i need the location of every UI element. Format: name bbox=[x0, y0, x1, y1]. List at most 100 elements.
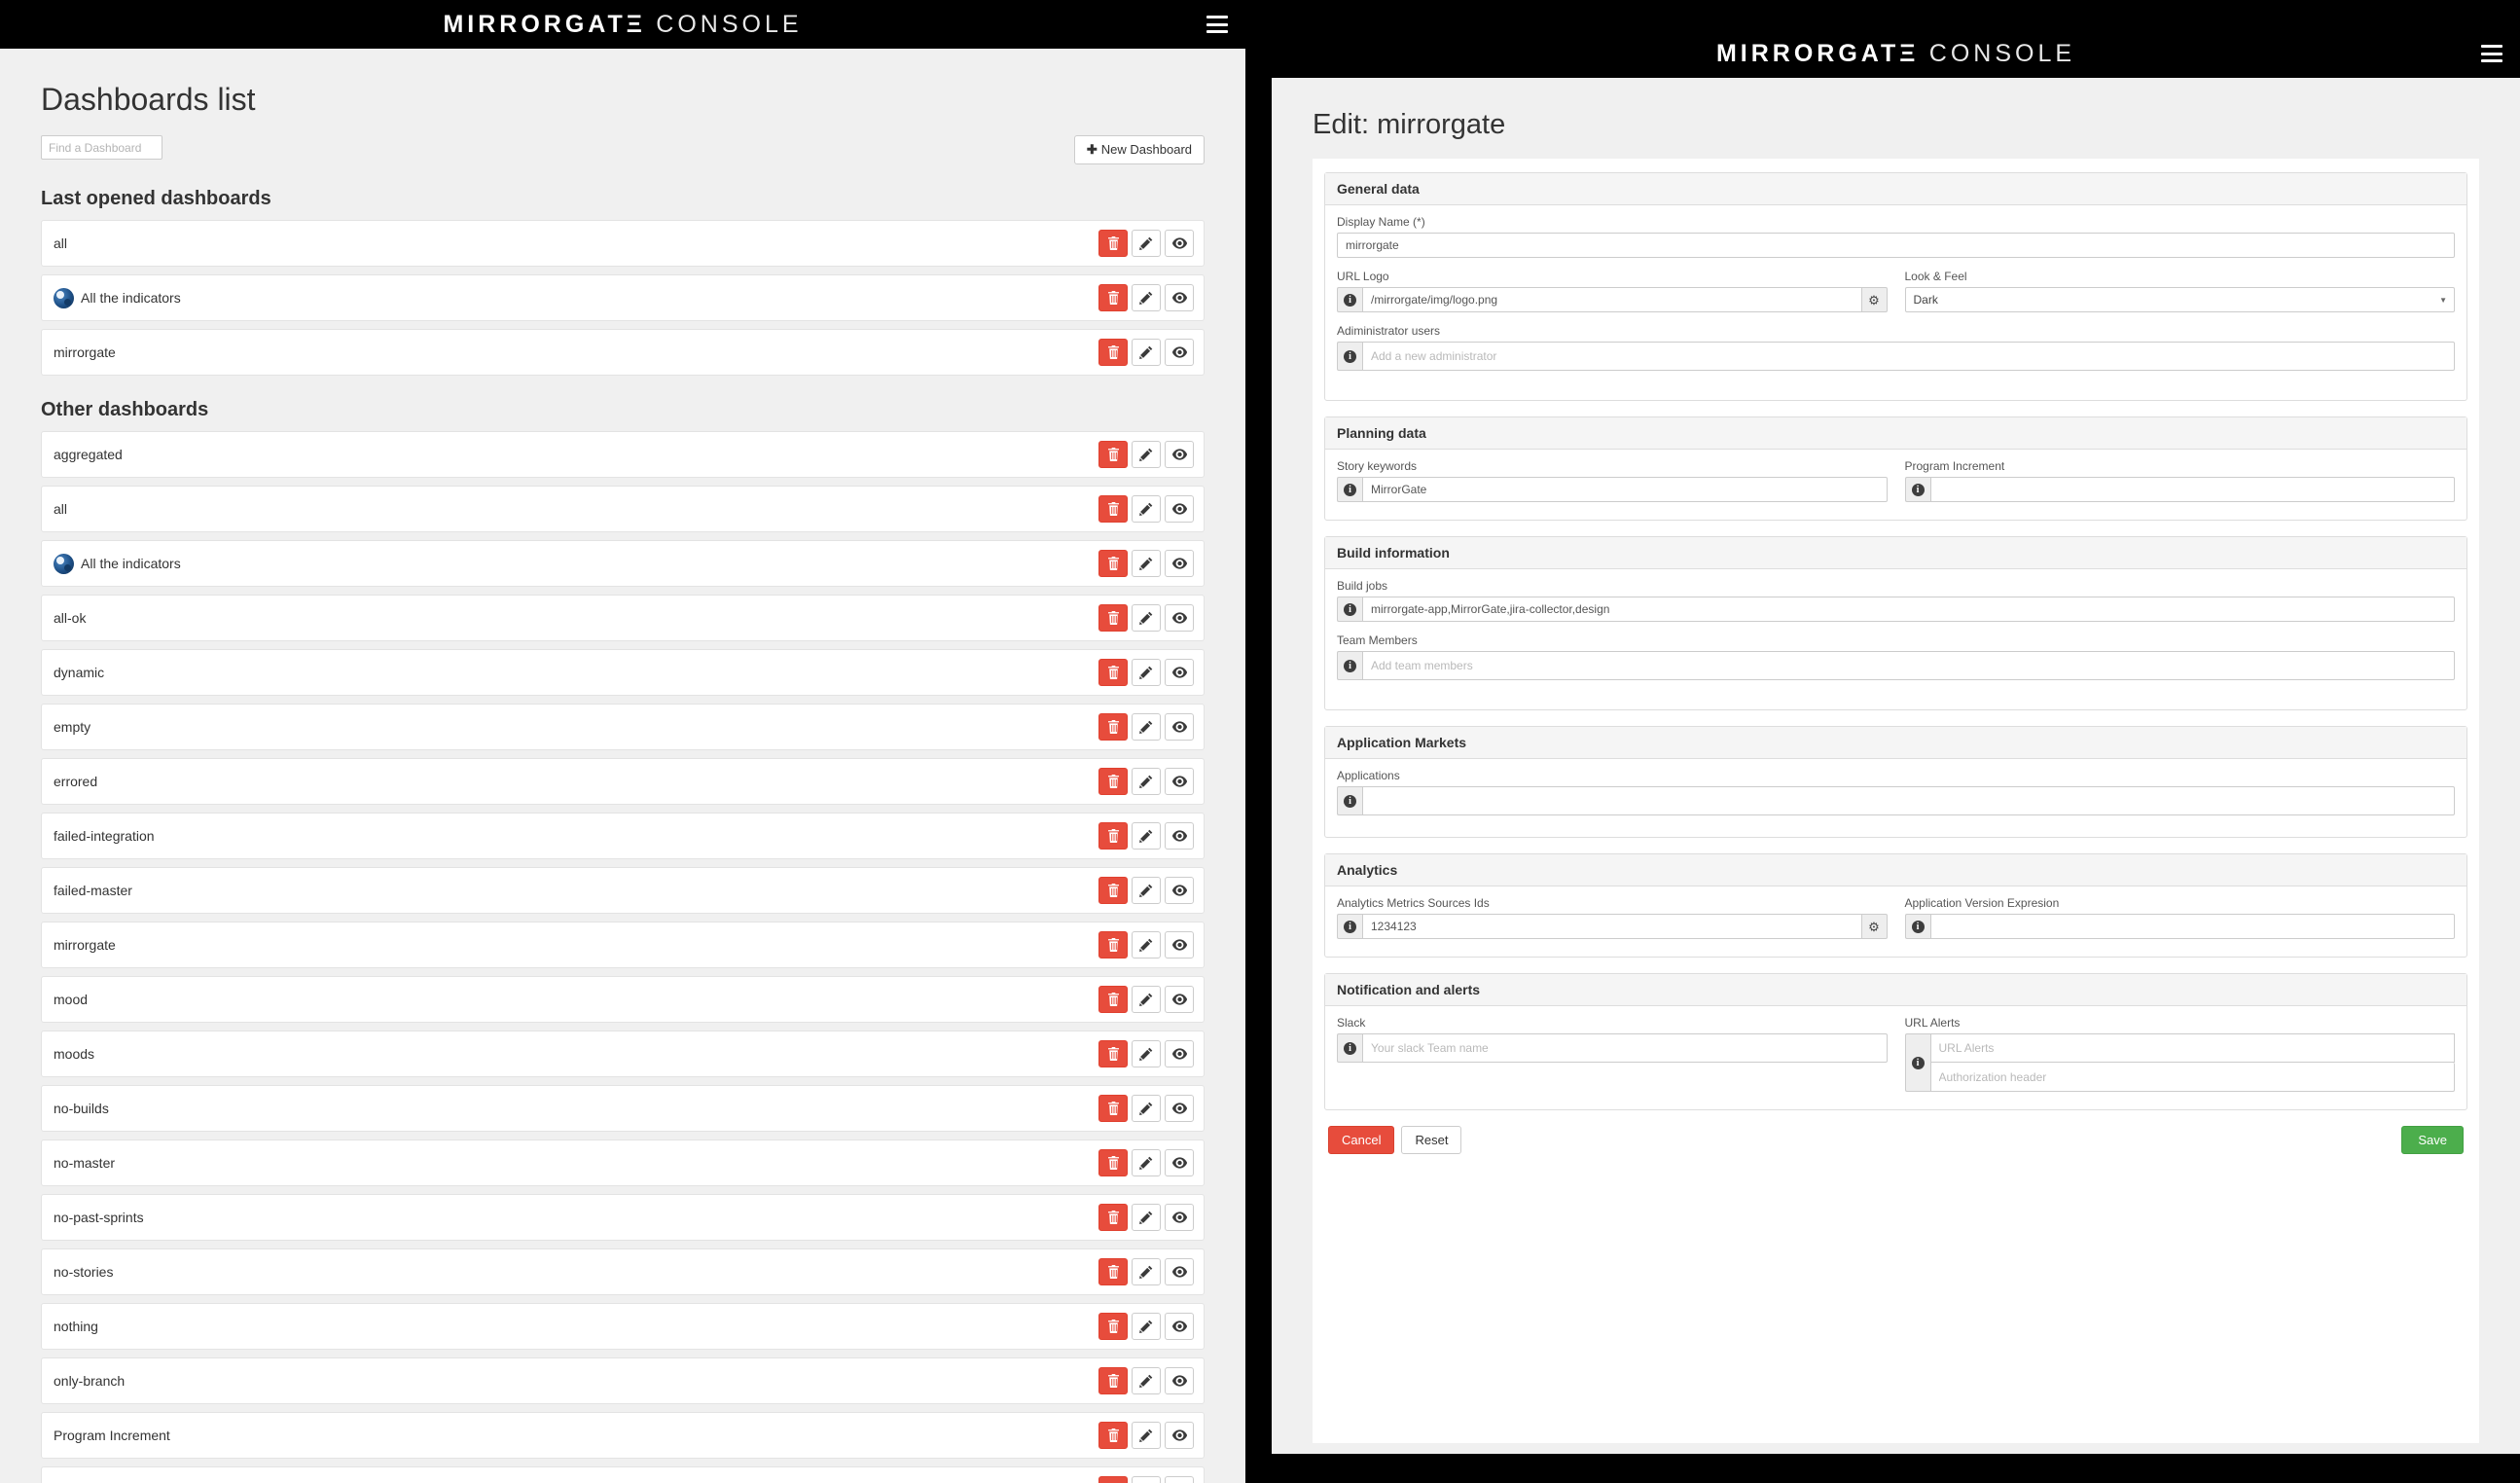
dashboard-row[interactable]: all-ok bbox=[41, 595, 1205, 641]
view-dashboard-button[interactable] bbox=[1165, 877, 1194, 904]
edit-dashboard-button[interactable] bbox=[1132, 877, 1161, 904]
delete-dashboard-button[interactable] bbox=[1098, 822, 1128, 850]
delete-dashboard-button[interactable] bbox=[1098, 768, 1128, 795]
edit-dashboard-button[interactable] bbox=[1132, 441, 1161, 468]
edit-dashboard-button[interactable] bbox=[1132, 1095, 1161, 1122]
dashboard-row[interactable]: empty bbox=[41, 704, 1205, 750]
edit-dashboard-button[interactable] bbox=[1132, 1040, 1161, 1067]
view-dashboard-button[interactable] bbox=[1165, 713, 1194, 741]
delete-dashboard-button[interactable] bbox=[1098, 230, 1128, 257]
edit-dashboard-button[interactable] bbox=[1132, 1149, 1161, 1176]
program-increment-input[interactable] bbox=[1929, 477, 2455, 502]
delete-dashboard-button[interactable] bbox=[1098, 713, 1128, 741]
reset-button[interactable]: Reset bbox=[1401, 1126, 1462, 1154]
view-dashboard-button[interactable] bbox=[1165, 604, 1194, 632]
edit-dashboard-button[interactable] bbox=[1132, 1204, 1161, 1231]
search-input[interactable] bbox=[41, 135, 162, 160]
dashboard-row[interactable]: failed-master bbox=[41, 867, 1205, 914]
hamburger-icon[interactable] bbox=[2481, 45, 2502, 62]
dashboard-row[interactable]: only-branch bbox=[41, 1357, 1205, 1404]
delete-dashboard-button[interactable] bbox=[1098, 1422, 1128, 1449]
delete-dashboard-button[interactable] bbox=[1098, 1476, 1128, 1483]
delete-dashboard-button[interactable] bbox=[1098, 1367, 1128, 1394]
gear-icon[interactable]: ⚙ bbox=[1861, 287, 1888, 312]
delete-dashboard-button[interactable] bbox=[1098, 1149, 1128, 1176]
delete-dashboard-button[interactable] bbox=[1098, 931, 1128, 959]
dashboard-row[interactable]: Program Increment bbox=[41, 1412, 1205, 1459]
display-name-input[interactable] bbox=[1337, 233, 2455, 258]
dashboard-row[interactable]: failed-integration bbox=[41, 813, 1205, 859]
dashboard-row[interactable]: no-stories bbox=[41, 1248, 1205, 1295]
dashboard-row[interactable]: All the indicators bbox=[41, 274, 1205, 321]
delete-dashboard-button[interactable] bbox=[1098, 1313, 1128, 1340]
application-version-expresion-input[interactable] bbox=[1929, 914, 2455, 939]
view-dashboard-button[interactable] bbox=[1165, 1422, 1194, 1449]
edit-dashboard-button[interactable] bbox=[1132, 339, 1161, 366]
edit-dashboard-button[interactable] bbox=[1132, 713, 1161, 741]
edit-dashboard-button[interactable] bbox=[1132, 284, 1161, 311]
edit-dashboard-button[interactable] bbox=[1132, 986, 1161, 1013]
delete-dashboard-button[interactable] bbox=[1098, 1204, 1128, 1231]
url-logo-input[interactable] bbox=[1362, 287, 1862, 312]
edit-dashboard-button[interactable] bbox=[1132, 604, 1161, 632]
authorization-header-input[interactable] bbox=[1929, 1063, 2455, 1092]
delete-dashboard-button[interactable] bbox=[1098, 284, 1128, 311]
edit-dashboard-button[interactable] bbox=[1132, 230, 1161, 257]
dashboard-row[interactable]: All the indicators bbox=[41, 540, 1205, 587]
view-dashboard-button[interactable] bbox=[1165, 986, 1194, 1013]
hamburger-icon[interactable] bbox=[1206, 16, 1228, 33]
delete-dashboard-button[interactable] bbox=[1098, 986, 1128, 1013]
delete-dashboard-button[interactable] bbox=[1098, 1095, 1128, 1122]
dashboard-row[interactable]: nothing bbox=[41, 1303, 1205, 1350]
view-dashboard-button[interactable] bbox=[1165, 1149, 1194, 1176]
dashboard-row[interactable]: all bbox=[41, 486, 1205, 532]
edit-dashboard-button[interactable] bbox=[1132, 931, 1161, 959]
delete-dashboard-button[interactable] bbox=[1098, 441, 1128, 468]
cancel-button[interactable]: Cancel bbox=[1328, 1126, 1395, 1154]
view-dashboard-button[interactable] bbox=[1165, 495, 1194, 523]
delete-dashboard-button[interactable] bbox=[1098, 604, 1128, 632]
url-alerts-input[interactable] bbox=[1929, 1033, 2455, 1063]
dashboard-row[interactable]: no-past-sprints bbox=[41, 1194, 1205, 1241]
view-dashboard-button[interactable] bbox=[1165, 1204, 1194, 1231]
new-dashboard-button[interactable]: ✚ New Dashboard bbox=[1073, 135, 1205, 164]
delete-dashboard-button[interactable] bbox=[1098, 550, 1128, 577]
view-dashboard-button[interactable] bbox=[1165, 1367, 1194, 1394]
edit-dashboard-button[interactable] bbox=[1132, 1476, 1161, 1483]
look-and-feel-select[interactable]: Dark bbox=[1904, 287, 2455, 312]
team-members-input[interactable] bbox=[1362, 651, 2455, 680]
applications-input[interactable] bbox=[1362, 786, 2455, 815]
delete-dashboard-button[interactable] bbox=[1098, 495, 1128, 523]
build-jobs-input[interactable] bbox=[1362, 597, 2455, 622]
dashboard-row[interactable]: programincrement bbox=[41, 1466, 1205, 1483]
gear-icon[interactable]: ⚙ bbox=[1861, 914, 1888, 939]
save-button[interactable]: Save bbox=[2401, 1126, 2464, 1154]
delete-dashboard-button[interactable] bbox=[1098, 659, 1128, 686]
slack-input[interactable] bbox=[1362, 1033, 1888, 1063]
view-dashboard-button[interactable] bbox=[1165, 1040, 1194, 1067]
dashboard-row[interactable]: mirrorgate bbox=[41, 922, 1205, 968]
dashboard-row[interactable]: mood bbox=[41, 976, 1205, 1023]
analytics-metrics-sources-ids-input[interactable] bbox=[1362, 914, 1862, 939]
edit-dashboard-button[interactable] bbox=[1132, 1367, 1161, 1394]
view-dashboard-button[interactable] bbox=[1165, 1476, 1194, 1483]
view-dashboard-button[interactable] bbox=[1165, 822, 1194, 850]
edit-dashboard-button[interactable] bbox=[1132, 1313, 1161, 1340]
story-keywords-input[interactable] bbox=[1362, 477, 1888, 502]
edit-dashboard-button[interactable] bbox=[1132, 1258, 1161, 1285]
edit-dashboard-button[interactable] bbox=[1132, 822, 1161, 850]
delete-dashboard-button[interactable] bbox=[1098, 1040, 1128, 1067]
view-dashboard-button[interactable] bbox=[1165, 1313, 1194, 1340]
view-dashboard-button[interactable] bbox=[1165, 230, 1194, 257]
edit-dashboard-button[interactable] bbox=[1132, 550, 1161, 577]
dashboard-row[interactable]: aggregated bbox=[41, 431, 1205, 478]
dashboard-row[interactable]: dynamic bbox=[41, 649, 1205, 696]
delete-dashboard-button[interactable] bbox=[1098, 339, 1128, 366]
view-dashboard-button[interactable] bbox=[1165, 550, 1194, 577]
view-dashboard-button[interactable] bbox=[1165, 768, 1194, 795]
view-dashboard-button[interactable] bbox=[1165, 659, 1194, 686]
dashboard-row[interactable]: all bbox=[41, 220, 1205, 267]
delete-dashboard-button[interactable] bbox=[1098, 1258, 1128, 1285]
edit-dashboard-button[interactable] bbox=[1132, 768, 1161, 795]
view-dashboard-button[interactable] bbox=[1165, 339, 1194, 366]
